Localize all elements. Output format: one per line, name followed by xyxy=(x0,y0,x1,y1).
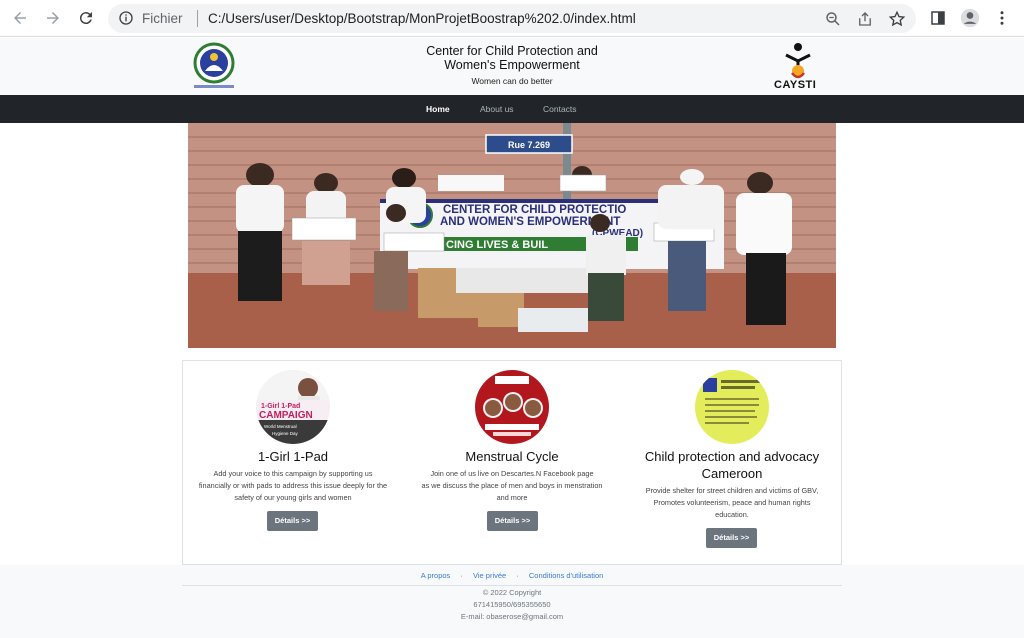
card-text-child-protection: Provide shelter for street children and … xyxy=(627,485,837,521)
card-image-1girl-campaign: 1-Girl 1-Pad CAMPAIGN World Menstrual Hy… xyxy=(256,370,330,444)
caysti-logo-text: CAYSTI xyxy=(774,79,817,91)
svg-text:World Menstrual: World Menstrual xyxy=(264,424,297,429)
street-sign-text: Rue 7.269 xyxy=(508,140,550,150)
nav-contacts[interactable]: Contacts xyxy=(543,104,577,114)
zoom-icon[interactable] xyxy=(824,10,842,28)
details-button-child-protection[interactable]: Détails >> xyxy=(706,528,757,548)
card-text-line: Promotes volunteerism, peace and human r… xyxy=(653,498,811,507)
hero-photo: Rue 7.269 CENTER FOR CHILD PROTECTIO AND… xyxy=(188,123,836,348)
footer-separator: · xyxy=(460,571,463,580)
details-button-1girl-1pad[interactable]: Détails >> xyxy=(267,511,318,531)
card-text-line: Join one of us live on Descartes.N Faceb… xyxy=(430,469,594,478)
footer-link-about[interactable]: A propos xyxy=(421,571,451,580)
profile-button[interactable] xyxy=(959,7,981,29)
svg-text:Hygiene Day: Hygiene Day xyxy=(272,431,299,436)
svg-text:1-Girl 1-Pad: 1-Girl 1-Pad xyxy=(261,403,300,410)
footer-link-terms[interactable]: Conditions d'utilisation xyxy=(529,571,603,580)
footer-link-privacy[interactable]: Vie privée xyxy=(473,571,506,580)
card-text-line: education. xyxy=(715,510,749,519)
campaign-cards: 1-Girl 1-Pad CAMPAIGN World Menstrual Hy… xyxy=(182,360,842,565)
side-panel-icon xyxy=(931,11,945,25)
card-image-menstrual-cycle xyxy=(475,370,549,444)
footer-email: E-mail: obaserose@gmail.com xyxy=(460,612,564,621)
browser-toolbar: Fichier C:/Users/user/Desktop/Bootstrap/… xyxy=(0,0,1024,37)
org-title: Center for Child Protection and Women's … xyxy=(412,44,612,72)
org-title-line2: Women's Empowerment xyxy=(444,58,580,72)
nav-about-us[interactable]: About us xyxy=(480,104,514,114)
card-image-child-protection xyxy=(695,370,769,444)
card-text-line: as we discuss the place of men and boys … xyxy=(421,481,603,490)
address-bar[interactable]: Fichier C:/Users/user/Desktop/Bootstrap/… xyxy=(108,4,916,33)
card-text-1girl-1pad: Add your voice to this campaign by suppo… xyxy=(188,468,398,504)
kebab-menu-icon xyxy=(1000,11,1004,25)
side-panel-button[interactable] xyxy=(927,7,949,29)
footer-links: A propos · Vie privée · Conditions d'uti… xyxy=(0,571,1024,580)
back-arrow-icon xyxy=(14,12,26,24)
info-icon[interactable] xyxy=(118,10,134,26)
footer-separator: · xyxy=(516,571,519,580)
card-text-line: financially or with pads to address this… xyxy=(198,481,388,490)
url-text[interactable]: C:/Users/user/Desktop/Bootstrap/MonProje… xyxy=(208,11,636,26)
card-title-line: Child protection and advocacy xyxy=(644,449,820,464)
menu-button[interactable] xyxy=(991,7,1013,29)
url-scheme-label: Fichier xyxy=(142,11,183,26)
back-button[interactable] xyxy=(9,7,31,29)
footer-phone: 671415950/695355650 xyxy=(473,600,551,609)
card-text-line: Provide shelter for street children and … xyxy=(645,486,819,495)
main-navbar: Home About us Contacts xyxy=(0,95,1024,123)
banner-line4: CING LIVES & BUIL xyxy=(446,239,548,251)
org-tagline: Women can do better xyxy=(471,76,553,86)
bookmark-star-icon[interactable] xyxy=(888,10,906,28)
card-text-line: and more xyxy=(496,493,528,502)
card-title-line: Cameroon xyxy=(701,466,763,481)
card-title-menstrual-cycle: Menstrual Cycle xyxy=(465,449,559,464)
omnibox-divider xyxy=(197,10,198,27)
card-text-line: safety of our young girls and women xyxy=(234,493,352,502)
org-title-line1: Center for Child Protection and xyxy=(426,44,598,58)
svg-text:CAMPAIGN: CAMPAIGN xyxy=(259,410,313,421)
avatar-icon xyxy=(960,8,980,28)
footer-divider xyxy=(182,585,842,586)
details-button-menstrual-cycle[interactable]: Détails >> xyxy=(487,511,538,531)
cpwead-logo xyxy=(193,42,235,88)
card-title-child-protection: Child protection and advocacy Cameroon xyxy=(622,448,842,482)
forward-arrow-icon xyxy=(47,12,59,24)
site-footer: A propos · Vie privée · Conditions d'uti… xyxy=(0,565,1024,638)
nav-home[interactable]: Home xyxy=(426,104,450,114)
card-text-menstrual-cycle: Join one of us live on Descartes.N Faceb… xyxy=(407,468,617,504)
footer-copyright: © 2022 Copyright xyxy=(482,588,542,597)
reload-button[interactable] xyxy=(75,7,97,29)
card-text-line: Add your voice to this campaign by suppo… xyxy=(213,469,373,478)
reload-icon xyxy=(79,12,92,25)
forward-button[interactable] xyxy=(42,7,64,29)
share-icon[interactable] xyxy=(856,10,874,28)
card-title-1girl-1pad: 1-Girl 1-Pad xyxy=(257,449,329,464)
